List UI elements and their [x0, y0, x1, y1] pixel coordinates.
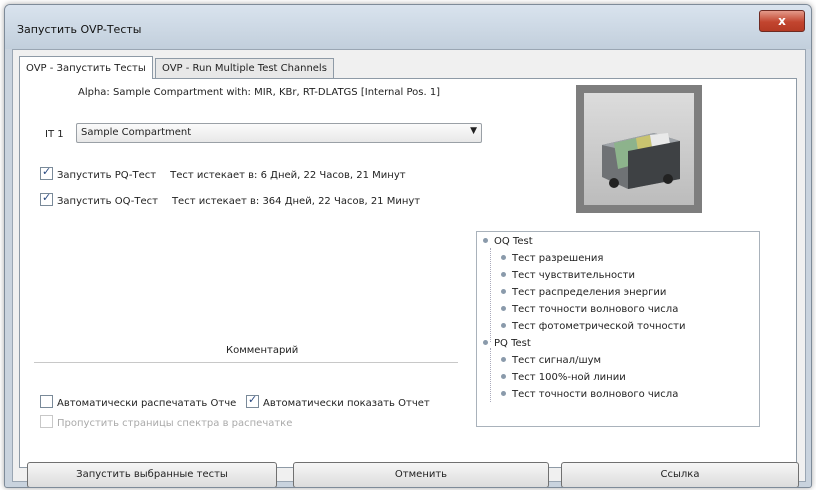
- node-bullet-icon: [483, 238, 488, 243]
- auto-print-row: Автоматически распечатать Отче: [40, 395, 236, 409]
- tree-item[interactable]: Тест фотометрической точности: [501, 321, 685, 332]
- cancel-button[interactable]: Отменить: [293, 462, 549, 487]
- tree-node-oq[interactable]: OQ Test: [483, 236, 533, 247]
- accessory-select-value: Sample Compartment: [81, 127, 192, 138]
- node-bullet-icon: [483, 340, 488, 345]
- skip-pages-label: Пропустить страницы спектра в распечатке: [57, 418, 293, 429]
- skip-pages-checkbox: [40, 415, 53, 428]
- tree-item[interactable]: Тест разрешения: [501, 253, 603, 264]
- leaf-bullet-icon: [501, 357, 506, 362]
- pq-expires: Тест истекает в: 6 Дней, 22 Часов, 21 Ми…: [170, 170, 406, 181]
- leaf-bullet-icon: [501, 374, 506, 379]
- tree-item[interactable]: Тест распределения энергии: [501, 287, 666, 298]
- chevron-down-icon[interactable]: ▼: [470, 126, 477, 136]
- pq-row: Запустить PQ-Тест Тест истекает в: 6 Дней…: [40, 165, 406, 181]
- window-title: Запустить OVP-Тесты: [17, 23, 142, 36]
- run-selected-button[interactable]: Запустить выбранные тесты: [27, 462, 277, 487]
- leaf-bullet-icon: [501, 255, 506, 260]
- accessory-info: Alpha: Sample Compartment with: MIR, KBr…: [78, 87, 441, 98]
- oq-row: Запустить OQ-Тест Тест истекает в: 364 Дн…: [40, 191, 421, 207]
- close-button[interactable]: x: [759, 10, 805, 32]
- skip-pages-row: Пропустить страницы спектра в распечатке: [40, 415, 292, 429]
- tree-item[interactable]: Тест чувствительности: [501, 270, 635, 281]
- dialog-window: Запустить OVP-Тесты x OVP - Запустить Те…: [4, 4, 812, 488]
- comment-divider: [34, 362, 458, 363]
- tree-guide-pq: [490, 348, 491, 402]
- accessory-image: [576, 85, 702, 213]
- auto-print-label: Автоматически распечатать Отче: [57, 398, 237, 409]
- leaf-bullet-icon: [501, 306, 506, 311]
- tree-item[interactable]: Тест сигнал/шум: [501, 355, 601, 366]
- oq-label: Запустить OQ-Тест: [57, 196, 158, 207]
- tab-panel: Alpha: Sample Compartment with: MIR, KBr…: [19, 78, 797, 468]
- oq-checkbox[interactable]: [40, 191, 53, 206]
- title-bar[interactable]: Запустить OVP-Тесты x: [5, 5, 811, 49]
- tree-item[interactable]: Тест точности волнового числа: [501, 304, 678, 315]
- close-icon: x: [778, 14, 786, 28]
- accessory-select[interactable]: Sample Compartment ▼: [76, 123, 482, 143]
- auto-show-checkbox[interactable]: [246, 393, 259, 408]
- leaf-bullet-icon: [501, 272, 506, 277]
- leaf-bullet-icon: [501, 391, 506, 396]
- pq-label: Запустить PQ-Тест: [57, 170, 157, 181]
- help-button[interactable]: Ссылка: [561, 462, 799, 487]
- leaf-bullet-icon: [501, 289, 506, 294]
- tab-run-tests[interactable]: OVP - Запустить Тесты: [19, 56, 153, 79]
- tab-run-multiple-channels[interactable]: OVP - Run Multiple Test Channels: [155, 58, 334, 79]
- auto-print-checkbox[interactable]: [40, 395, 53, 408]
- auto-show-row: Автоматически показать Отчет: [246, 393, 430, 409]
- oq-expires: Тест истекает в: 364 Дней, 22 Часов, 21 …: [171, 196, 421, 207]
- dialog-client: OVP - Запустить Тесты OVP - Run Multiple…: [12, 49, 806, 487]
- leaf-bullet-icon: [501, 323, 506, 328]
- pq-checkbox[interactable]: [40, 165, 53, 180]
- tree-guide-oq: [490, 248, 491, 342]
- sample-compartment-icon: [584, 93, 694, 205]
- tree-item[interactable]: Тест 100%-ной линии: [501, 372, 626, 383]
- tree-item[interactable]: Тест точности волнового числа: [501, 389, 678, 400]
- it-label: IT 1: [45, 129, 64, 140]
- tree-node-pq[interactable]: PQ Test: [483, 338, 531, 349]
- comment-label: Комментарий: [226, 345, 299, 356]
- test-tree[interactable]: OQ Test Тест разрешения Тест чувствитель…: [476, 231, 760, 427]
- auto-show-label: Автоматически показать Отчет: [263, 398, 430, 409]
